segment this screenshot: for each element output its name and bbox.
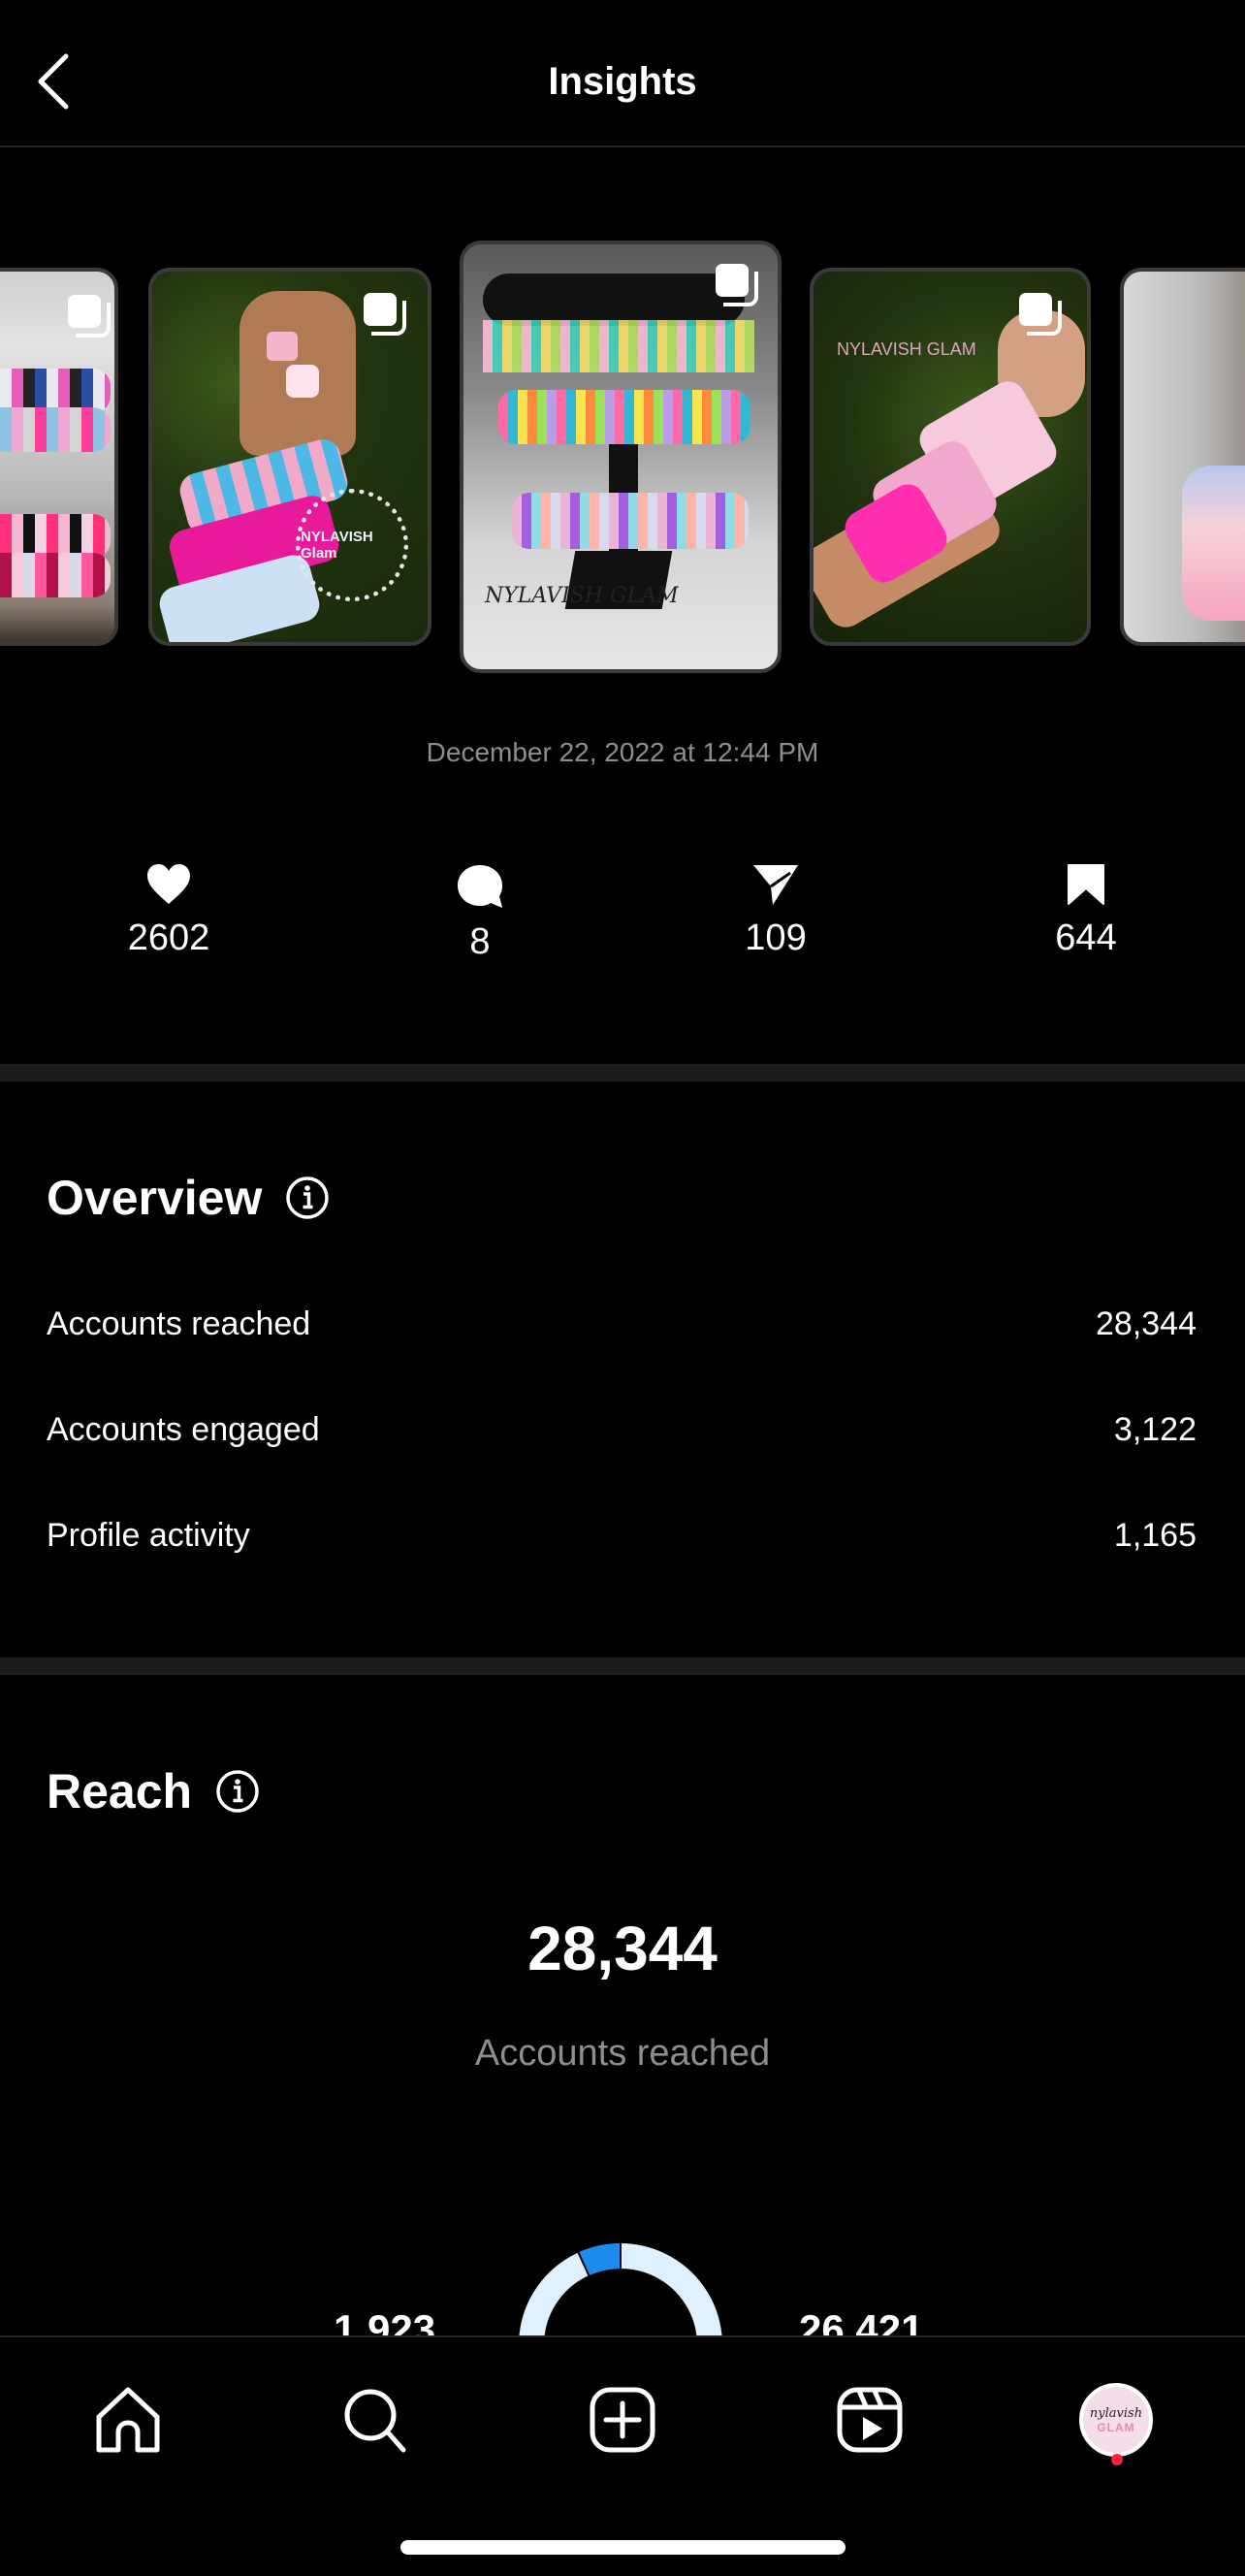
nav-reels[interactable]	[826, 2376, 913, 2463]
bracelet-row	[498, 390, 750, 444]
overview-row-accounts-engaged[interactable]: Accounts engaged 3,122	[47, 1411, 1197, 1449]
reels-icon	[837, 2387, 903, 2453]
row-label: Accounts engaged	[47, 1411, 320, 1448]
bracelet-row	[1182, 466, 1245, 621]
comments-stat[interactable]: 8	[383, 863, 577, 963]
overview-row-accounts-reached[interactable]: Accounts reached 28,344	[47, 1305, 1197, 1343]
saves-count: 644	[1055, 918, 1117, 958]
share-icon	[753, 865, 798, 905]
reach-title: Reach	[47, 1764, 193, 1819]
bracelet-row	[0, 407, 111, 452]
nav-profile[interactable]: nylavish GLAM	[1072, 2376, 1160, 2463]
row-value: 1,165	[1113, 1517, 1197, 1554]
multiple-images-icon	[364, 293, 406, 336]
page-title: Insights	[548, 60, 697, 103]
carousel-item[interactable]: NYLAVISH GLAM	[810, 268, 1091, 646]
reach-heading: Reach	[47, 1763, 260, 1819]
bookmark-icon	[1068, 864, 1104, 905]
nav-create[interactable]	[579, 2376, 666, 2463]
nav-home[interactable]	[84, 2376, 172, 2463]
row-value: 28,344	[1096, 1305, 1197, 1342]
nail-image	[286, 365, 319, 398]
multiple-images-icon	[68, 295, 111, 338]
info-icon[interactable]	[285, 1175, 330, 1220]
overview-title: Overview	[47, 1171, 263, 1225]
info-icon[interactable]	[215, 1769, 260, 1814]
overview-heading: Overview	[47, 1170, 330, 1226]
watermark-logo: NYLAVISH GLAM	[837, 339, 976, 359]
followers-arc	[578, 2243, 622, 2276]
shares-count: 109	[745, 918, 807, 958]
post-timestamp: December 22, 2022 at 12:44 PM	[426, 737, 819, 767]
heart-icon	[147, 864, 190, 904]
carousel-item[interactable]	[1120, 268, 1245, 646]
avatar: nylavish GLAM	[1079, 2383, 1153, 2457]
multiple-images-icon	[716, 264, 758, 306]
avatar-text: nylavish	[1089, 2405, 1143, 2421]
shares-stat[interactable]: 109	[679, 863, 873, 959]
reach-total-label: Accounts reached	[474, 2033, 771, 2074]
plus-square-icon	[590, 2387, 655, 2453]
watermark-logo: NYLAVISH GLAM	[485, 584, 679, 608]
keychains	[483, 320, 754, 372]
saves-stat[interactable]: 644	[989, 863, 1183, 959]
row-label: Profile activity	[47, 1517, 250, 1554]
notification-dot	[1111, 2454, 1123, 2465]
post-carousel[interactable]: NYLAVISH Glam NYLAVISH GLAM NYLAVISH GLA…	[0, 147, 1245, 691]
home-icon	[96, 2387, 160, 2453]
overview-row-profile-activity[interactable]: Profile activity 1,165	[47, 1517, 1197, 1555]
comment-icon	[458, 865, 502, 908]
nail-image	[267, 332, 298, 361]
carousel-item-selected[interactable]: NYLAVISH GLAM	[460, 241, 782, 673]
carousel-item[interactable]: NYLAVISH Glam	[148, 268, 431, 646]
section-divider	[0, 1658, 1245, 1675]
nav-search[interactable]	[332, 2376, 419, 2463]
reach-donut-chart	[519, 2242, 722, 2335]
bracelet-row	[0, 553, 111, 597]
reach-total-value: 28,344	[527, 1914, 718, 1983]
home-indicator[interactable]	[400, 2540, 846, 2555]
avatar-text: GLAM	[1097, 2420, 1135, 2434]
likes-stat[interactable]: 2602	[72, 863, 266, 959]
carousel-item[interactable]	[0, 268, 118, 646]
row-value: 3,122	[1113, 1411, 1197, 1448]
search-icon	[344, 2389, 406, 2453]
row-label: Accounts reached	[47, 1305, 311, 1342]
bracelet-row	[512, 493, 749, 549]
top-bar: Insights	[0, 0, 1245, 147]
likes-count: 2602	[127, 918, 210, 958]
display-bar	[483, 274, 745, 326]
comments-count: 8	[469, 921, 491, 962]
engagement-stats: 2602 8 109 644	[0, 863, 1245, 989]
watermark-logo: NYLAVISH Glam	[296, 489, 408, 601]
section-divider	[0, 1064, 1245, 1081]
multiple-images-icon	[1019, 293, 1062, 336]
